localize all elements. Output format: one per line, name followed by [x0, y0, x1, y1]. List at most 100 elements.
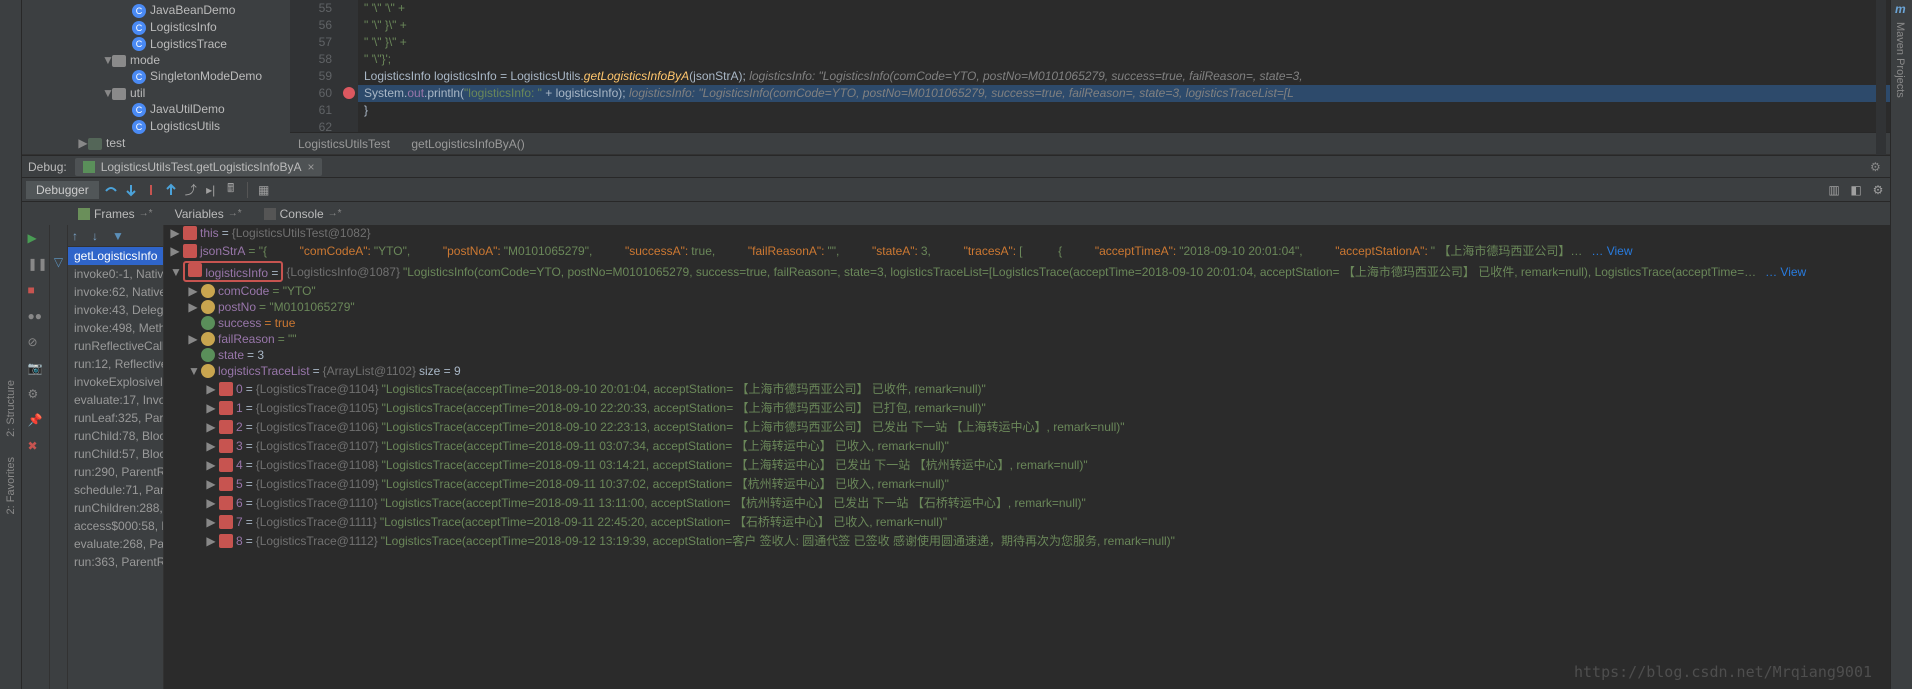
frame-row[interactable]: run:12, Reflective [68, 355, 163, 373]
tree-item-label: LogisticsUtils [150, 119, 220, 133]
resume-icon[interactable]: ▶ [28, 231, 44, 247]
project-tree-item[interactable]: ▼util [22, 85, 290, 101]
frame-row[interactable]: invoke:43, Deleg [68, 301, 163, 319]
frame-row[interactable]: invoke:498, Meth [68, 319, 163, 337]
frame-row[interactable]: runChildren:288, [68, 499, 163, 517]
expand-arrow-icon[interactable]: ▶ [78, 136, 88, 150]
drop-frame-icon[interactable]: ⤴ [183, 182, 199, 198]
variable-row[interactable]: ▶ 0 = {LogisticsTrace@1104} "LogisticsTr… [164, 379, 1912, 398]
project-tree-item[interactable]: CSingletonModeDemo [22, 68, 290, 85]
mute-breakpoints-icon[interactable]: ⊘ [28, 335, 44, 351]
evaluate-expression-icon[interactable]: 🖩 [223, 182, 239, 198]
overhead-icon[interactable]: ◧ [1848, 182, 1864, 198]
object-icon [219, 420, 233, 434]
frame-row[interactable]: runChild:78, Bloc [68, 427, 163, 445]
project-tree-item[interactable]: CLogisticsTrace [22, 36, 290, 53]
view-link[interactable]: … View [1591, 244, 1632, 258]
frame-row[interactable]: invoke0:-1, Nativ [68, 265, 163, 283]
filter-icon[interactable]: ▽ [54, 255, 63, 269]
object-icon [219, 515, 233, 529]
variable-row[interactable]: ▶ jsonStrA = "{ "comCodeA": "YTO", "post… [164, 241, 1912, 260]
prev-frame-icon[interactable]: ↑ [72, 229, 86, 243]
variable-row[interactable]: ▼ logisticsTraceList = {ArrayList@1102} … [164, 363, 1912, 379]
debugger-tab[interactable]: Debugger [26, 181, 99, 199]
console-panel-tab[interactable]: Console→* [254, 204, 352, 224]
step-over-icon[interactable] [103, 182, 119, 198]
variable-row[interactable]: ▶ 3 = {LogisticsTrace@1107} "LogisticsTr… [164, 436, 1912, 455]
frame-row[interactable]: getLogisticsInfo [68, 247, 163, 265]
project-tree-item[interactable]: ▶test [22, 135, 290, 151]
breadcrumb-class[interactable]: LogisticsUtilsTest [298, 137, 390, 151]
variables-panel-tab[interactable]: Variables→* [165, 204, 252, 224]
project-tree-item[interactable]: CJavaUtilDemo [22, 101, 290, 118]
frame-row[interactable]: invokeExplosively [68, 373, 163, 391]
step-into-icon[interactable] [123, 182, 139, 198]
close-icon[interactable]: ✖ [28, 439, 44, 455]
frame-row[interactable]: schedule:71, Pare [68, 481, 163, 499]
debug-run-tab[interactable]: LogisticsUtilsTest.getLogisticsInfoByA × [75, 158, 323, 176]
variable-row[interactable]: ▶ this = {LogisticsUtilsTest@1082} [164, 225, 1912, 241]
variables-panel[interactable]: ▶ this = {LogisticsUtilsTest@1082}▶ json… [164, 225, 1912, 689]
variable-row[interactable]: ▶ postNo = "M0101065279" [164, 299, 1912, 315]
frame-row[interactable]: evaluate:17, Invo [68, 391, 163, 409]
variable-row[interactable]: ▶ 4 = {LogisticsTrace@1108} "LogisticsTr… [164, 455, 1912, 474]
variable-row[interactable]: ▶ failReason = "" [164, 331, 1912, 347]
close-tab-icon[interactable]: × [307, 160, 314, 174]
maven-toolwindow-button[interactable]: Maven Projects [1894, 22, 1906, 98]
get-thread-dump-icon[interactable]: 📷 [28, 361, 44, 377]
run-to-cursor-icon[interactable]: ▸| [203, 182, 219, 198]
layout-icon[interactable]: ▦ [256, 182, 272, 198]
gear-icon[interactable]: ⚙ [1870, 160, 1884, 174]
variable-row[interactable]: ▶ 5 = {LogisticsTrace@1109} "LogisticsTr… [164, 474, 1912, 493]
variable-row[interactable]: ▶ 7 = {LogisticsTrace@1111} "LogisticsTr… [164, 512, 1912, 531]
variable-logisticsinfo[interactable]: ▼ logisticsInfo = {LogisticsInfo@1087} "… [164, 260, 1912, 283]
stop-icon[interactable]: ■ [28, 283, 44, 299]
frame-row[interactable]: runReflectiveCall [68, 337, 163, 355]
project-tree-item[interactable]: CLogisticsInfo [22, 19, 290, 36]
pause-icon[interactable]: ❚❚ [28, 257, 44, 273]
breakpoint-gutter[interactable] [340, 0, 358, 132]
breadcrumb-method[interactable]: getLogisticsInfoByA() [411, 137, 524, 151]
expand-arrow-icon[interactable]: ▼ [102, 53, 112, 67]
frame-row[interactable]: evaluate:268, Par [68, 535, 163, 553]
object-icon [219, 401, 233, 415]
frame-row[interactable]: runLeaf:325, Pare [68, 409, 163, 427]
project-tree-item[interactable]: ▼mode [22, 52, 290, 68]
force-step-into-icon[interactable] [143, 182, 159, 198]
code-area[interactable]: " '\" '\" +" '\" }\" +" '\" }\" +" '\"}'… [358, 0, 1912, 132]
frame-row[interactable]: runChild:57, Bloc [68, 445, 163, 463]
variable-row[interactable]: state = 3 [164, 347, 1912, 363]
settings-icon[interactable]: ⚙ [28, 387, 44, 403]
variable-row[interactable]: ▶ 2 = {LogisticsTrace@1106} "LogisticsTr… [164, 417, 1912, 436]
project-tree[interactable]: CJavaBeanDemoCLogisticsInfoCLogisticsTra… [22, 0, 290, 154]
frames-panel-tab[interactable]: Frames→* [68, 204, 163, 224]
editor-scrollbar[interactable] [1876, 0, 1886, 155]
next-frame-icon[interactable]: ↓ [92, 229, 106, 243]
variable-row[interactable]: ▶ 8 = {LogisticsTrace@1112} "LogisticsTr… [164, 531, 1912, 550]
filter-frames-icon[interactable]: ▼ [112, 229, 126, 243]
settings-icon[interactable]: ⚙ [1870, 182, 1886, 198]
frame-row[interactable]: run:363, ParentRu [68, 553, 163, 571]
pin-icon[interactable]: 📌 [28, 413, 44, 429]
breakpoint-icon[interactable] [343, 87, 355, 99]
editor-breadcrumbs[interactable]: LogisticsUtilsTest getLogisticsInfoByA() [290, 132, 1912, 154]
frames-panel[interactable]: ↑ ↓ ▼ getLogisticsInfoinvoke0:-1, Nativi… [68, 225, 164, 689]
structure-toolwindow-button[interactable]: 2: Structure [5, 380, 17, 437]
frame-row[interactable]: invoke:62, Native [68, 283, 163, 301]
favorites-toolwindow-button[interactable]: 2: Favorites [5, 457, 17, 514]
view-breakpoints-icon[interactable]: ●● [28, 309, 44, 325]
variable-row[interactable]: success = true [164, 315, 1912, 331]
variable-row[interactable]: ▶ 1 = {LogisticsTrace@1105} "LogisticsTr… [164, 398, 1912, 417]
frame-row[interactable]: run:290, ParentRu [68, 463, 163, 481]
view-link[interactable]: … View [1765, 265, 1806, 279]
debug-run-controls: ▶ ❚❚ ■ ●● ⊘ 📷 ⚙ 📌 ✖ [22, 225, 50, 689]
variable-row[interactable]: ▶ 6 = {LogisticsTrace@1110} "LogisticsTr… [164, 493, 1912, 512]
frame-row[interactable]: access$000:58, P [68, 517, 163, 535]
project-tree-item[interactable]: CLogisticsUtils [22, 118, 290, 135]
expand-arrow-icon[interactable]: ▼ [102, 86, 112, 100]
step-out-icon[interactable] [163, 182, 179, 198]
project-tree-item[interactable]: CJavaBeanDemo [22, 2, 290, 19]
memory-view-icon[interactable]: ▥ [1826, 182, 1842, 198]
object-icon [219, 496, 233, 510]
variable-row[interactable]: ▶ comCode = "YTO" [164, 283, 1912, 299]
